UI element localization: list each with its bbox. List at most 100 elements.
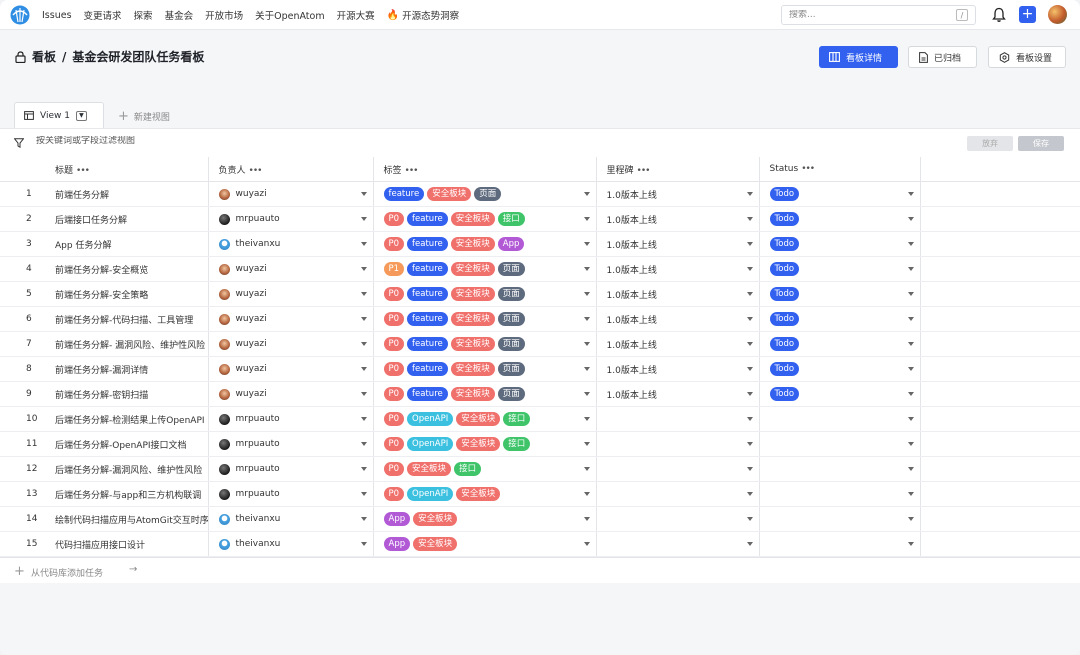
table-row[interactable]: 8 前端任务分解-漏洞详情 wuyazi P0 feature 安全板块 页面 1.0版本上线… (0, 356, 1080, 383)
chevron-down-icon[interactable] (360, 492, 367, 497)
status-select[interactable] (760, 482, 920, 506)
tags-select[interactable]: App 安全板块 (374, 507, 596, 531)
create-new-button[interactable]: + (1019, 6, 1036, 23)
milestone-select[interactable]: 1.0版本上线 (597, 282, 759, 306)
column-menu-icon[interactable]: ••• (405, 166, 419, 176)
chevron-down-icon[interactable] (360, 292, 367, 297)
status-select[interactable]: Todo (760, 257, 920, 281)
board-settings-button[interactable]: 看板设置 (988, 46, 1066, 68)
nav-item-7[interactable]: 🔥 开源态势洞察 (387, 8, 459, 23)
tags-cell[interactable]: App 安全板块 (373, 506, 597, 533)
chevron-down-icon[interactable] (746, 367, 753, 372)
tags-cell[interactable]: P0 feature 安全板块 页面 (373, 331, 597, 358)
chevron-down-icon[interactable] (746, 517, 753, 522)
table-row[interactable]: 7 前端任务分解- 漏洞风险、维护性风险 wuyazi P0 feature 安全板块 页面… (0, 331, 1080, 358)
status-cell[interactable] (759, 506, 921, 533)
status-select[interactable]: Todo (760, 282, 920, 306)
owner-cell[interactable]: wuyazi (208, 281, 374, 308)
owner-cell[interactable]: theivanxu (208, 531, 374, 558)
search-box[interactable]: / (781, 5, 976, 25)
owner-select[interactable]: wuyazi (209, 257, 373, 281)
tags-cell[interactable]: P1 feature 安全板块 页面 (373, 256, 597, 283)
table-row[interactable]: 1 前端任务分解 wuyazi feature 安全板块 页面 1.0版本上线 Todo (0, 181, 1080, 208)
tags-select[interactable]: P0 feature 安全板块 页面 (374, 382, 596, 406)
status-select[interactable] (760, 407, 920, 431)
breadcrumb-root[interactable]: 看板 (32, 48, 56, 65)
task-title-cell[interactable]: 绘制代码扫描应用与AtomGit交互时序 (48, 506, 209, 533)
milestone-select[interactable] (597, 457, 759, 481)
status-select[interactable]: Todo (760, 207, 920, 231)
status-cell[interactable]: Todo (759, 281, 921, 308)
status-cell[interactable]: Todo (759, 181, 921, 208)
status-select[interactable] (760, 507, 920, 531)
status-select[interactable]: Todo (760, 232, 920, 256)
chevron-down-icon[interactable] (360, 417, 367, 422)
milestone-cell[interactable] (596, 531, 760, 558)
milestone-select[interactable]: 1.0版本上线 (597, 207, 759, 231)
table-row[interactable]: 14 绘制代码扫描应用与AtomGit交互时序 theivanxu App 安全板块 (0, 506, 1080, 533)
milestone-select[interactable] (597, 482, 759, 506)
tags-cell[interactable]: P0 feature 安全板块 页面 (373, 306, 597, 333)
chevron-down-icon[interactable] (360, 442, 367, 447)
tags-cell[interactable]: P0 feature 安全板块 页面 (373, 381, 597, 408)
status-cell[interactable] (759, 431, 921, 458)
task-title-cell[interactable]: 前端任务分解-安全概览 (48, 256, 209, 283)
milestone-select[interactable]: 1.0版本上线 (597, 357, 759, 381)
nav-item-1[interactable]: 变更请求 (84, 8, 122, 22)
table-row[interactable]: 10 后端任务分解-检测结果上传OpenAPI mrpuauto P0 OpenAPI 安… (0, 406, 1080, 433)
chevron-down-icon[interactable] (360, 192, 367, 197)
chevron-down-icon[interactable] (907, 442, 914, 447)
milestone-select[interactable]: 1.0版本上线 (597, 257, 759, 281)
tab-view-1[interactable]: View 1 ▼ (14, 102, 104, 128)
chevron-down-icon[interactable] (907, 492, 914, 497)
owner-select[interactable]: theivanxu (209, 532, 373, 556)
owner-select[interactable]: mrpuauto (209, 457, 373, 481)
task-title-cell[interactable]: 前端任务分解-安全策略 (48, 281, 209, 308)
save-button[interactable]: 保存 (1018, 136, 1064, 151)
chevron-down-icon[interactable] (746, 217, 753, 222)
tags-cell[interactable]: App 安全板块 (373, 531, 597, 558)
chevron-down-icon[interactable] (907, 267, 914, 272)
milestone-cell[interactable]: 1.0版本上线 (596, 256, 760, 283)
owner-cell[interactable]: theivanxu (208, 506, 374, 533)
status-select[interactable] (760, 457, 920, 481)
archived-button[interactable]: 已归档 (908, 46, 977, 68)
chevron-down-icon[interactable] (907, 317, 914, 322)
chevron-down-icon[interactable] (360, 542, 367, 547)
tags-select[interactable]: P0 安全板块 接口 (374, 457, 596, 481)
milestone-cell[interactable]: 1.0版本上线 (596, 231, 760, 258)
chevron-down-icon[interactable] (746, 242, 753, 247)
milestone-select[interactable]: 1.0版本上线 (597, 182, 759, 206)
tags-select[interactable]: P0 feature 安全板块 页面 (374, 357, 596, 381)
chevron-down-icon[interactable] (907, 217, 914, 222)
table-row[interactable]: 6 前端任务分解-代码扫描、工具管理 wuyazi P0 feature 安全板块 页面 1.… (0, 306, 1080, 333)
chevron-down-icon[interactable] (907, 392, 914, 397)
chevron-down-icon[interactable] (583, 392, 590, 397)
owner-select[interactable]: wuyazi (209, 382, 373, 406)
chevron-down-icon[interactable] (907, 242, 914, 247)
tags-cell[interactable]: P0 安全板块 接口 (373, 456, 597, 483)
arrow-right-icon[interactable]: → (129, 564, 137, 575)
owner-select[interactable]: mrpuauto (209, 482, 373, 506)
table-row[interactable]: 15 代码扫描应用接口设计 theivanxu App 安全板块 (0, 531, 1080, 558)
tags-select[interactable]: P0 OpenAPI 安全板块 接口 (374, 407, 596, 431)
chevron-down-icon[interactable] (583, 317, 590, 322)
owner-cell[interactable]: mrpuauto (208, 206, 374, 233)
milestone-select[interactable] (597, 507, 759, 531)
owner-cell[interactable]: mrpuauto (208, 456, 374, 483)
owner-cell[interactable]: wuyazi (208, 381, 374, 408)
milestone-select[interactable]: 1.0版本上线 (597, 232, 759, 256)
chevron-down-icon[interactable] (907, 467, 914, 472)
board-details-button[interactable]: 看板详情 (819, 46, 898, 68)
tags-select[interactable]: P0 feature 安全板块 页面 (374, 282, 596, 306)
owner-select[interactable]: wuyazi (209, 332, 373, 356)
status-cell[interactable]: Todo (759, 381, 921, 408)
new-view-button[interactable]: + 新建视图 (118, 104, 170, 128)
task-title-cell[interactable]: 后端接口任务分解 (48, 206, 209, 233)
tags-cell[interactable]: feature 安全板块 页面 (373, 181, 597, 208)
chevron-down-icon[interactable] (746, 342, 753, 347)
chevron-down-icon[interactable] (746, 467, 753, 472)
nav-item-4[interactable]: 开放市场 (205, 8, 243, 22)
owner-cell[interactable]: wuyazi (208, 306, 374, 333)
owner-cell[interactable]: mrpuauto (208, 406, 374, 433)
